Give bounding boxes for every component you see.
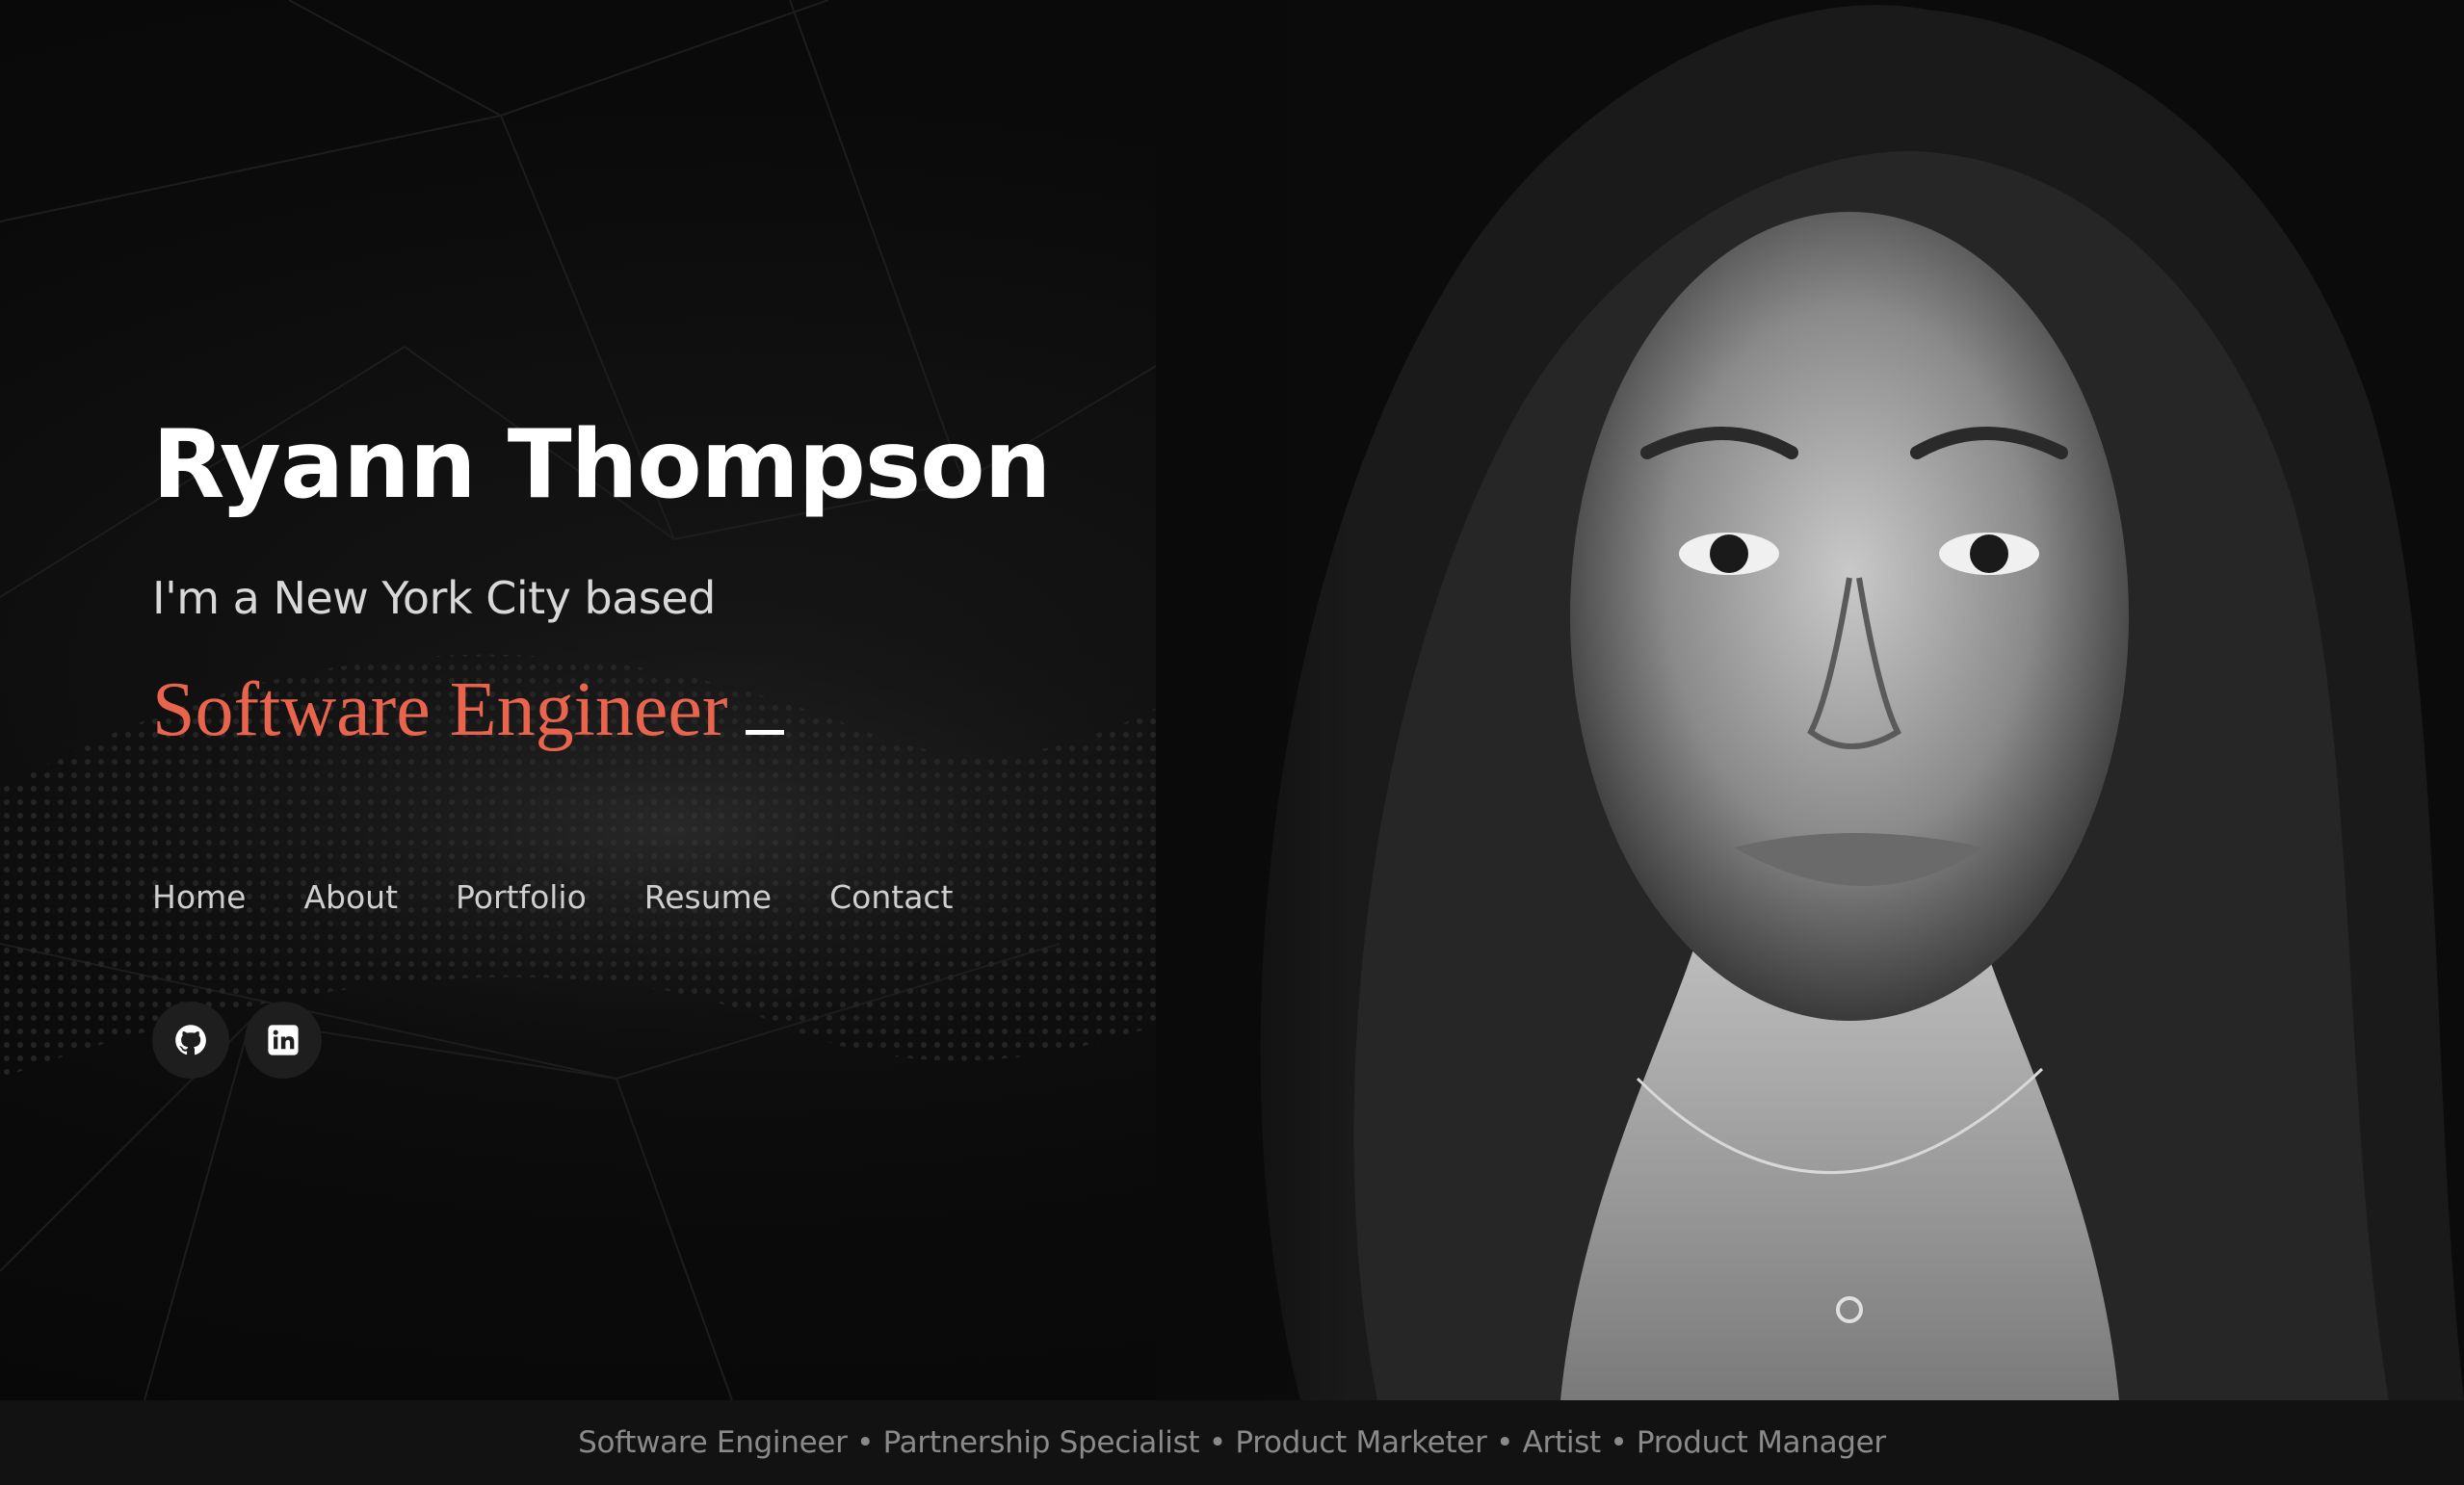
nav-about-link[interactable]: About xyxy=(303,878,398,916)
main-nav: Home About Portfolio Resume Contact xyxy=(152,878,1011,916)
nav-contact-link[interactable]: Contact xyxy=(829,878,953,916)
nav-portfolio-link[interactable]: Portfolio xyxy=(456,878,587,916)
footer-bar: Software Engineer • Partnership Speciali… xyxy=(0,1400,2464,1485)
nav-home-link[interactable]: Home xyxy=(152,878,246,916)
github-button[interactable] xyxy=(152,1002,229,1079)
typing-cursor xyxy=(745,729,784,735)
hero-section: Ryann Thompson I'm a New York City based… xyxy=(152,410,1212,754)
role-text: Software Engineer xyxy=(152,666,728,752)
intro-text: I'm a New York City based xyxy=(152,571,716,624)
profile-portrait-image xyxy=(1156,0,2464,1400)
social-links xyxy=(152,1002,322,1079)
role-typewriter: Software Engineer xyxy=(152,666,1212,754)
nav-resume-link[interactable]: Resume xyxy=(644,878,772,916)
footer-roles-text: Software Engineer • Partnership Speciali… xyxy=(578,1425,1886,1460)
linkedin-button[interactable] xyxy=(245,1002,322,1079)
linkedin-icon xyxy=(268,1025,299,1055)
page: Ryann Thompson I'm a New York City based… xyxy=(0,0,2464,1485)
github-icon xyxy=(175,1025,206,1055)
profile-name: Ryann Thompson xyxy=(152,410,1051,520)
